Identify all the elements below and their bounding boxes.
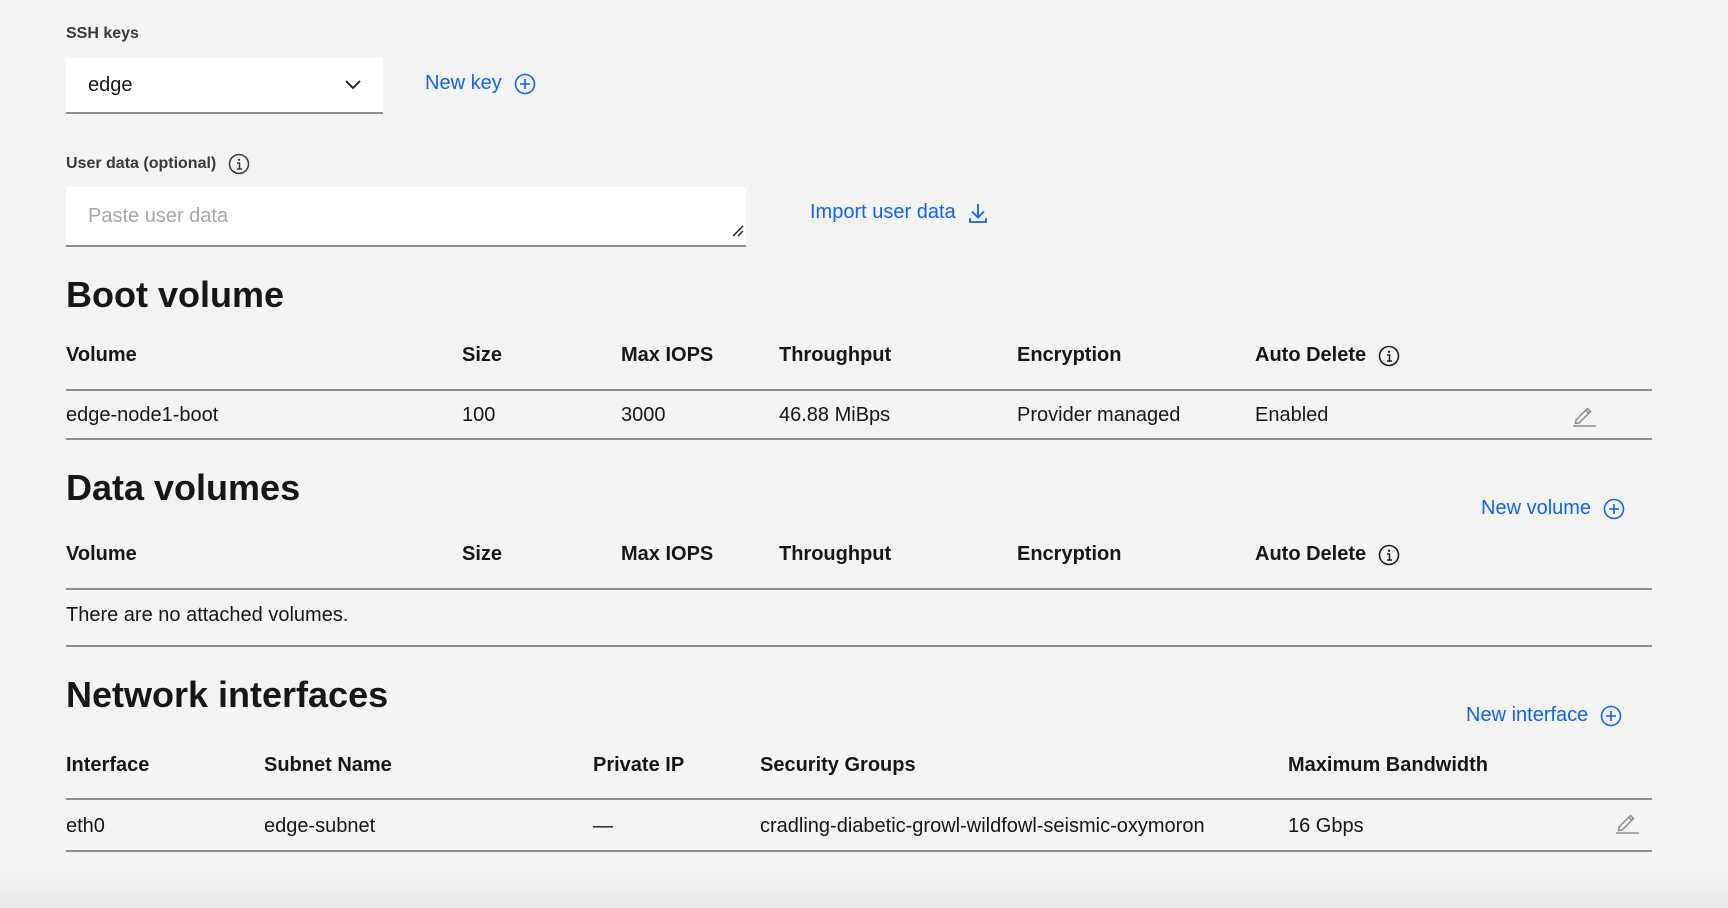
net-cell-interface: eth0 <box>66 815 105 837</box>
net-col-max-bandwidth: Maximum Bandwidth <box>1288 754 1489 776</box>
resize-handle-icon[interactable] <box>730 220 744 243</box>
net-cell-max-bandwidth: 16 Gbps <box>1288 815 1364 837</box>
data-col-encryption: Encryption <box>1017 543 1122 565</box>
edit-icon[interactable] <box>1571 403 1597 427</box>
edit-icon[interactable] <box>1614 810 1640 834</box>
net-col-subnet-name: Subnet Name <box>264 754 392 776</box>
boot-cell-volume: edge-node1-boot <box>66 404 219 426</box>
chevron-down-icon <box>345 80 361 90</box>
net-header-divider <box>66 798 1652 800</box>
boot-cell-max-iops: 3000 <box>621 404 666 426</box>
new-interface-label: New interface <box>1466 704 1589 726</box>
net-col-interface: Interface <box>66 754 150 776</box>
net-cell-private-ip: — <box>593 815 613 837</box>
new-interface-link[interactable]: New interface <box>1466 704 1622 727</box>
add-circle-icon <box>1600 705 1622 727</box>
data-col-throughput: Throughput <box>779 543 892 565</box>
boot-row-divider <box>66 438 1652 440</box>
data-volumes-title: Data volumes <box>66 467 301 508</box>
new-volume-link[interactable]: New volume <box>1481 497 1625 520</box>
info-icon[interactable] <box>1378 345 1400 367</box>
import-user-data-label: Import user data <box>810 201 956 223</box>
data-col-size: Size <box>462 543 503 565</box>
data-col-auto-delete-label: Auto Delete <box>1255 543 1367 565</box>
bottom-shadow <box>0 868 1728 908</box>
info-icon[interactable] <box>228 153 250 175</box>
info-icon[interactable] <box>1378 544 1400 566</box>
boot-cell-encryption: Provider managed <box>1017 404 1181 426</box>
data-row-divider <box>66 645 1652 647</box>
boot-cell-throughput: 46.88 MiBps <box>779 404 891 426</box>
boot-col-volume: Volume <box>66 344 137 366</box>
data-header-divider <box>66 588 1652 590</box>
boot-cell-auto-delete: Enabled <box>1255 404 1329 426</box>
data-volumes-empty-message: There are no attached volumes. <box>66 604 349 626</box>
ssh-key-select[interactable]: edge <box>66 58 383 114</box>
data-col-volume: Volume <box>66 543 137 565</box>
data-col-max-iops: Max IOPS <box>621 543 714 565</box>
new-key-link[interactable]: New key <box>425 72 536 95</box>
net-col-security-groups: Security Groups <box>760 754 916 776</box>
boot-volume-title: Boot volume <box>66 274 285 315</box>
boot-col-encryption: Encryption <box>1017 344 1122 366</box>
user-data-input[interactable] <box>88 204 724 228</box>
net-row-divider <box>66 850 1652 852</box>
add-circle-icon <box>514 73 536 95</box>
network-interfaces-title: Network interfaces <box>66 674 389 715</box>
boot-col-auto-delete-label: Auto Delete <box>1255 344 1367 366</box>
import-user-data-link[interactable]: Import user data <box>810 201 988 224</box>
user-data-label-row: User data (optional) <box>66 153 250 175</box>
net-col-private-ip: Private IP <box>593 754 685 776</box>
new-key-label: New key <box>425 72 502 94</box>
user-data-label: User data (optional) <box>66 155 217 172</box>
net-cell-security-groups: cradling-diabetic-growl-wildfowl-seismic… <box>760 815 1205 837</box>
user-data-textarea[interactable] <box>66 187 746 247</box>
boot-col-size: Size <box>462 344 503 366</box>
net-cell-subnet-name: edge-subnet <box>264 815 376 837</box>
new-volume-label: New volume <box>1481 497 1592 519</box>
download-icon <box>968 202 988 224</box>
boot-cell-size: 100 <box>462 404 496 426</box>
boot-header-divider <box>66 389 1652 391</box>
ssh-keys-label: SSH keys <box>66 25 139 42</box>
boot-col-auto-delete: Auto Delete <box>1255 344 1400 367</box>
ssh-key-selected-value: edge <box>88 73 133 96</box>
data-col-auto-delete: Auto Delete <box>1255 543 1400 566</box>
add-circle-icon <box>1603 498 1625 520</box>
boot-col-max-iops: Max IOPS <box>621 344 714 366</box>
boot-col-throughput: Throughput <box>779 344 892 366</box>
